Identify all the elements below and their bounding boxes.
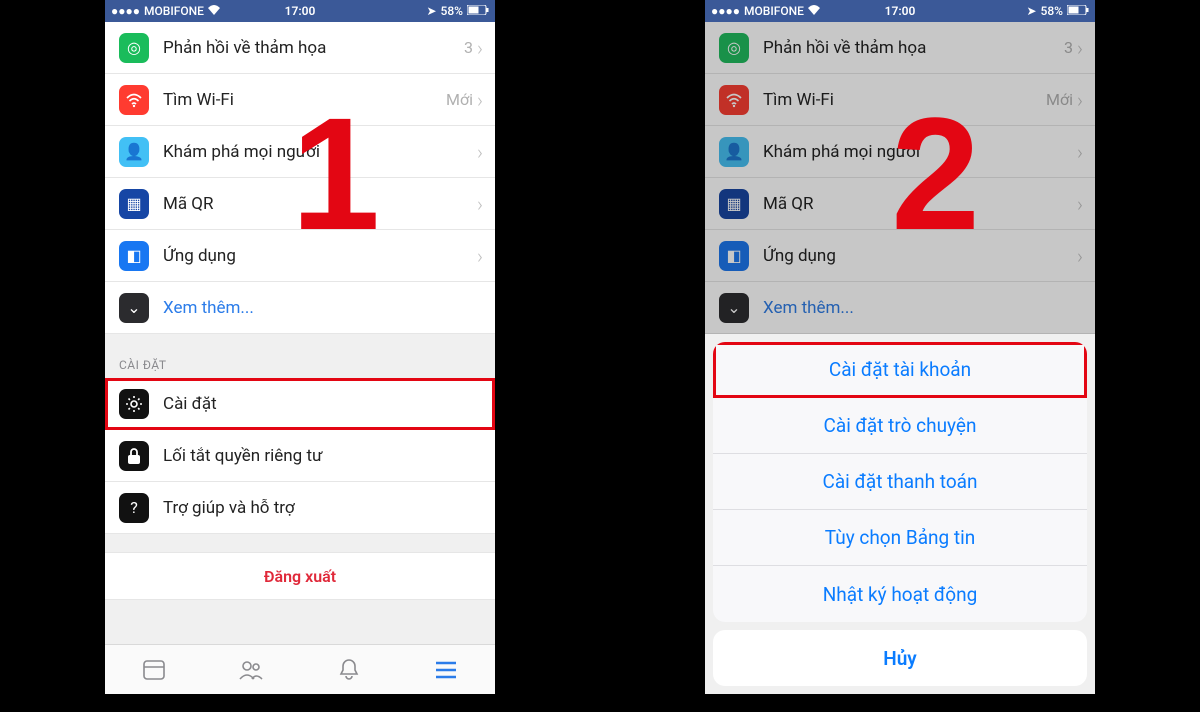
as-payment-settings[interactable]: Cài đặt thanh toán xyxy=(713,454,1087,510)
as-chat-settings[interactable]: Cài đặt trò chuyện xyxy=(713,398,1087,454)
tab-menu[interactable] xyxy=(433,657,459,683)
disaster-icon: ◎ xyxy=(719,33,749,63)
chevron-right-icon: › xyxy=(477,246,483,266)
wifi-icon xyxy=(208,4,220,18)
row-find-wifi: Tìm Wi-Fi Mới› xyxy=(705,74,1095,126)
logout-button[interactable]: Đăng xuất xyxy=(105,552,495,600)
chevron-right-icon: › xyxy=(477,142,483,162)
row-settings[interactable]: Cài đặt xyxy=(105,378,495,430)
signal-icon: ●●●● xyxy=(711,4,740,18)
row-privacy-shortcut[interactable]: Lối tắt quyền riêng tư xyxy=(105,430,495,482)
status-bar: ●●●● MOBIFONE 17:00 ➤ 58% xyxy=(105,0,495,22)
row-disaster-response[interactable]: ◎ Phản hồi về thảm họa 3› xyxy=(105,22,495,74)
cube-icon: ◧ xyxy=(719,241,749,271)
chevron-right-icon: › xyxy=(477,90,483,110)
row-apps: ◧ Ứng dụng › xyxy=(705,230,1095,282)
tab-notifications[interactable] xyxy=(336,657,362,683)
row-find-wifi[interactable]: Tìm Wi-Fi Mới› xyxy=(105,74,495,126)
as-activity-log[interactable]: Nhật ký hoạt động xyxy=(713,566,1087,622)
chevron-right-icon: › xyxy=(477,38,483,58)
row-qr-code[interactable]: ▦ Mã QR › xyxy=(105,178,495,230)
wifi-square-icon xyxy=(719,85,749,115)
carrier-label: MOBIFONE xyxy=(744,4,804,18)
row-see-more: ⌄ Xem thêm... xyxy=(705,282,1095,334)
menu-list-dimmed: ◎ Phản hồi về thảm họa 3› Tìm Wi-Fi Mới›… xyxy=(705,22,1095,334)
location-icon: ➤ xyxy=(1026,4,1036,18)
row-apps[interactable]: ◧ Ứng dụng › xyxy=(105,230,495,282)
tab-friends[interactable] xyxy=(238,657,264,683)
row-disaster-response: ◎ Phản hồi về thảm họa 3› xyxy=(705,22,1095,74)
action-sheet: Cài đặt tài khoản Cài đặt trò chuyện Cài… xyxy=(713,342,1087,686)
bottom-tab-bar xyxy=(105,644,495,694)
cube-icon: ◧ xyxy=(119,241,149,271)
carrier-label: MOBIFONE xyxy=(144,4,204,18)
phone-screenshot-1: ●●●● MOBIFONE 17:00 ➤ 58% ◎ Phản hồi về … xyxy=(105,0,495,694)
battery-icon xyxy=(1067,4,1089,18)
as-cancel-button[interactable]: Hủy xyxy=(713,630,1087,686)
phone-screenshot-2: ●●●● MOBIFONE 17:00 ➤ 58% ◎ Phản hồi về … xyxy=(705,0,1095,694)
clock-label: 17:00 xyxy=(885,4,916,18)
chevron-down-icon: ⌄ xyxy=(719,293,749,323)
row-discover-people[interactable]: 👤 Khám phá mọi người › xyxy=(105,126,495,178)
help-icon: ? xyxy=(119,493,149,523)
battery-label: 58% xyxy=(1041,4,1063,18)
row-discover-people: 👤 Khám phá mọi người › xyxy=(705,126,1095,178)
settings-list: Cài đặt Lối tắt quyền riêng tư ? Trợ giú… xyxy=(105,378,495,534)
wifi-icon xyxy=(808,4,820,18)
people-icon: 👤 xyxy=(119,137,149,167)
menu-list: ◎ Phản hồi về thảm họa 3› Tìm Wi-Fi Mới›… xyxy=(105,22,495,334)
status-bar: ●●●● MOBIFONE 17:00 ➤ 58% xyxy=(705,0,1095,22)
row-qr-code: ▦ Mã QR › xyxy=(705,178,1095,230)
battery-icon xyxy=(467,4,489,18)
signal-icon: ●●●● xyxy=(111,4,140,18)
clock-label: 17:00 xyxy=(285,4,316,18)
as-account-settings[interactable]: Cài đặt tài khoản xyxy=(713,342,1087,398)
people-icon: 👤 xyxy=(719,137,749,167)
chevron-right-icon: › xyxy=(477,194,483,214)
action-sheet-group: Cài đặt tài khoản Cài đặt trò chuyện Cài… xyxy=(713,342,1087,622)
as-newsfeed-options[interactable]: Tùy chọn Bảng tin xyxy=(713,510,1087,566)
battery-label: 58% xyxy=(441,4,463,18)
qr-icon: ▦ xyxy=(719,189,749,219)
tab-feed[interactable] xyxy=(141,657,167,683)
qr-icon: ▦ xyxy=(119,189,149,219)
row-see-more[interactable]: ⌄ Xem thêm... xyxy=(105,282,495,334)
row-help-support[interactable]: ? Trợ giúp và hỗ trợ xyxy=(105,482,495,534)
section-header-settings: CÀI ĐẶT xyxy=(105,334,495,378)
gear-icon xyxy=(119,389,149,419)
chevron-down-icon: ⌄ xyxy=(119,293,149,323)
location-icon: ➤ xyxy=(426,4,436,18)
disaster-icon: ◎ xyxy=(119,33,149,63)
lock-icon xyxy=(119,441,149,471)
wifi-square-icon xyxy=(119,85,149,115)
